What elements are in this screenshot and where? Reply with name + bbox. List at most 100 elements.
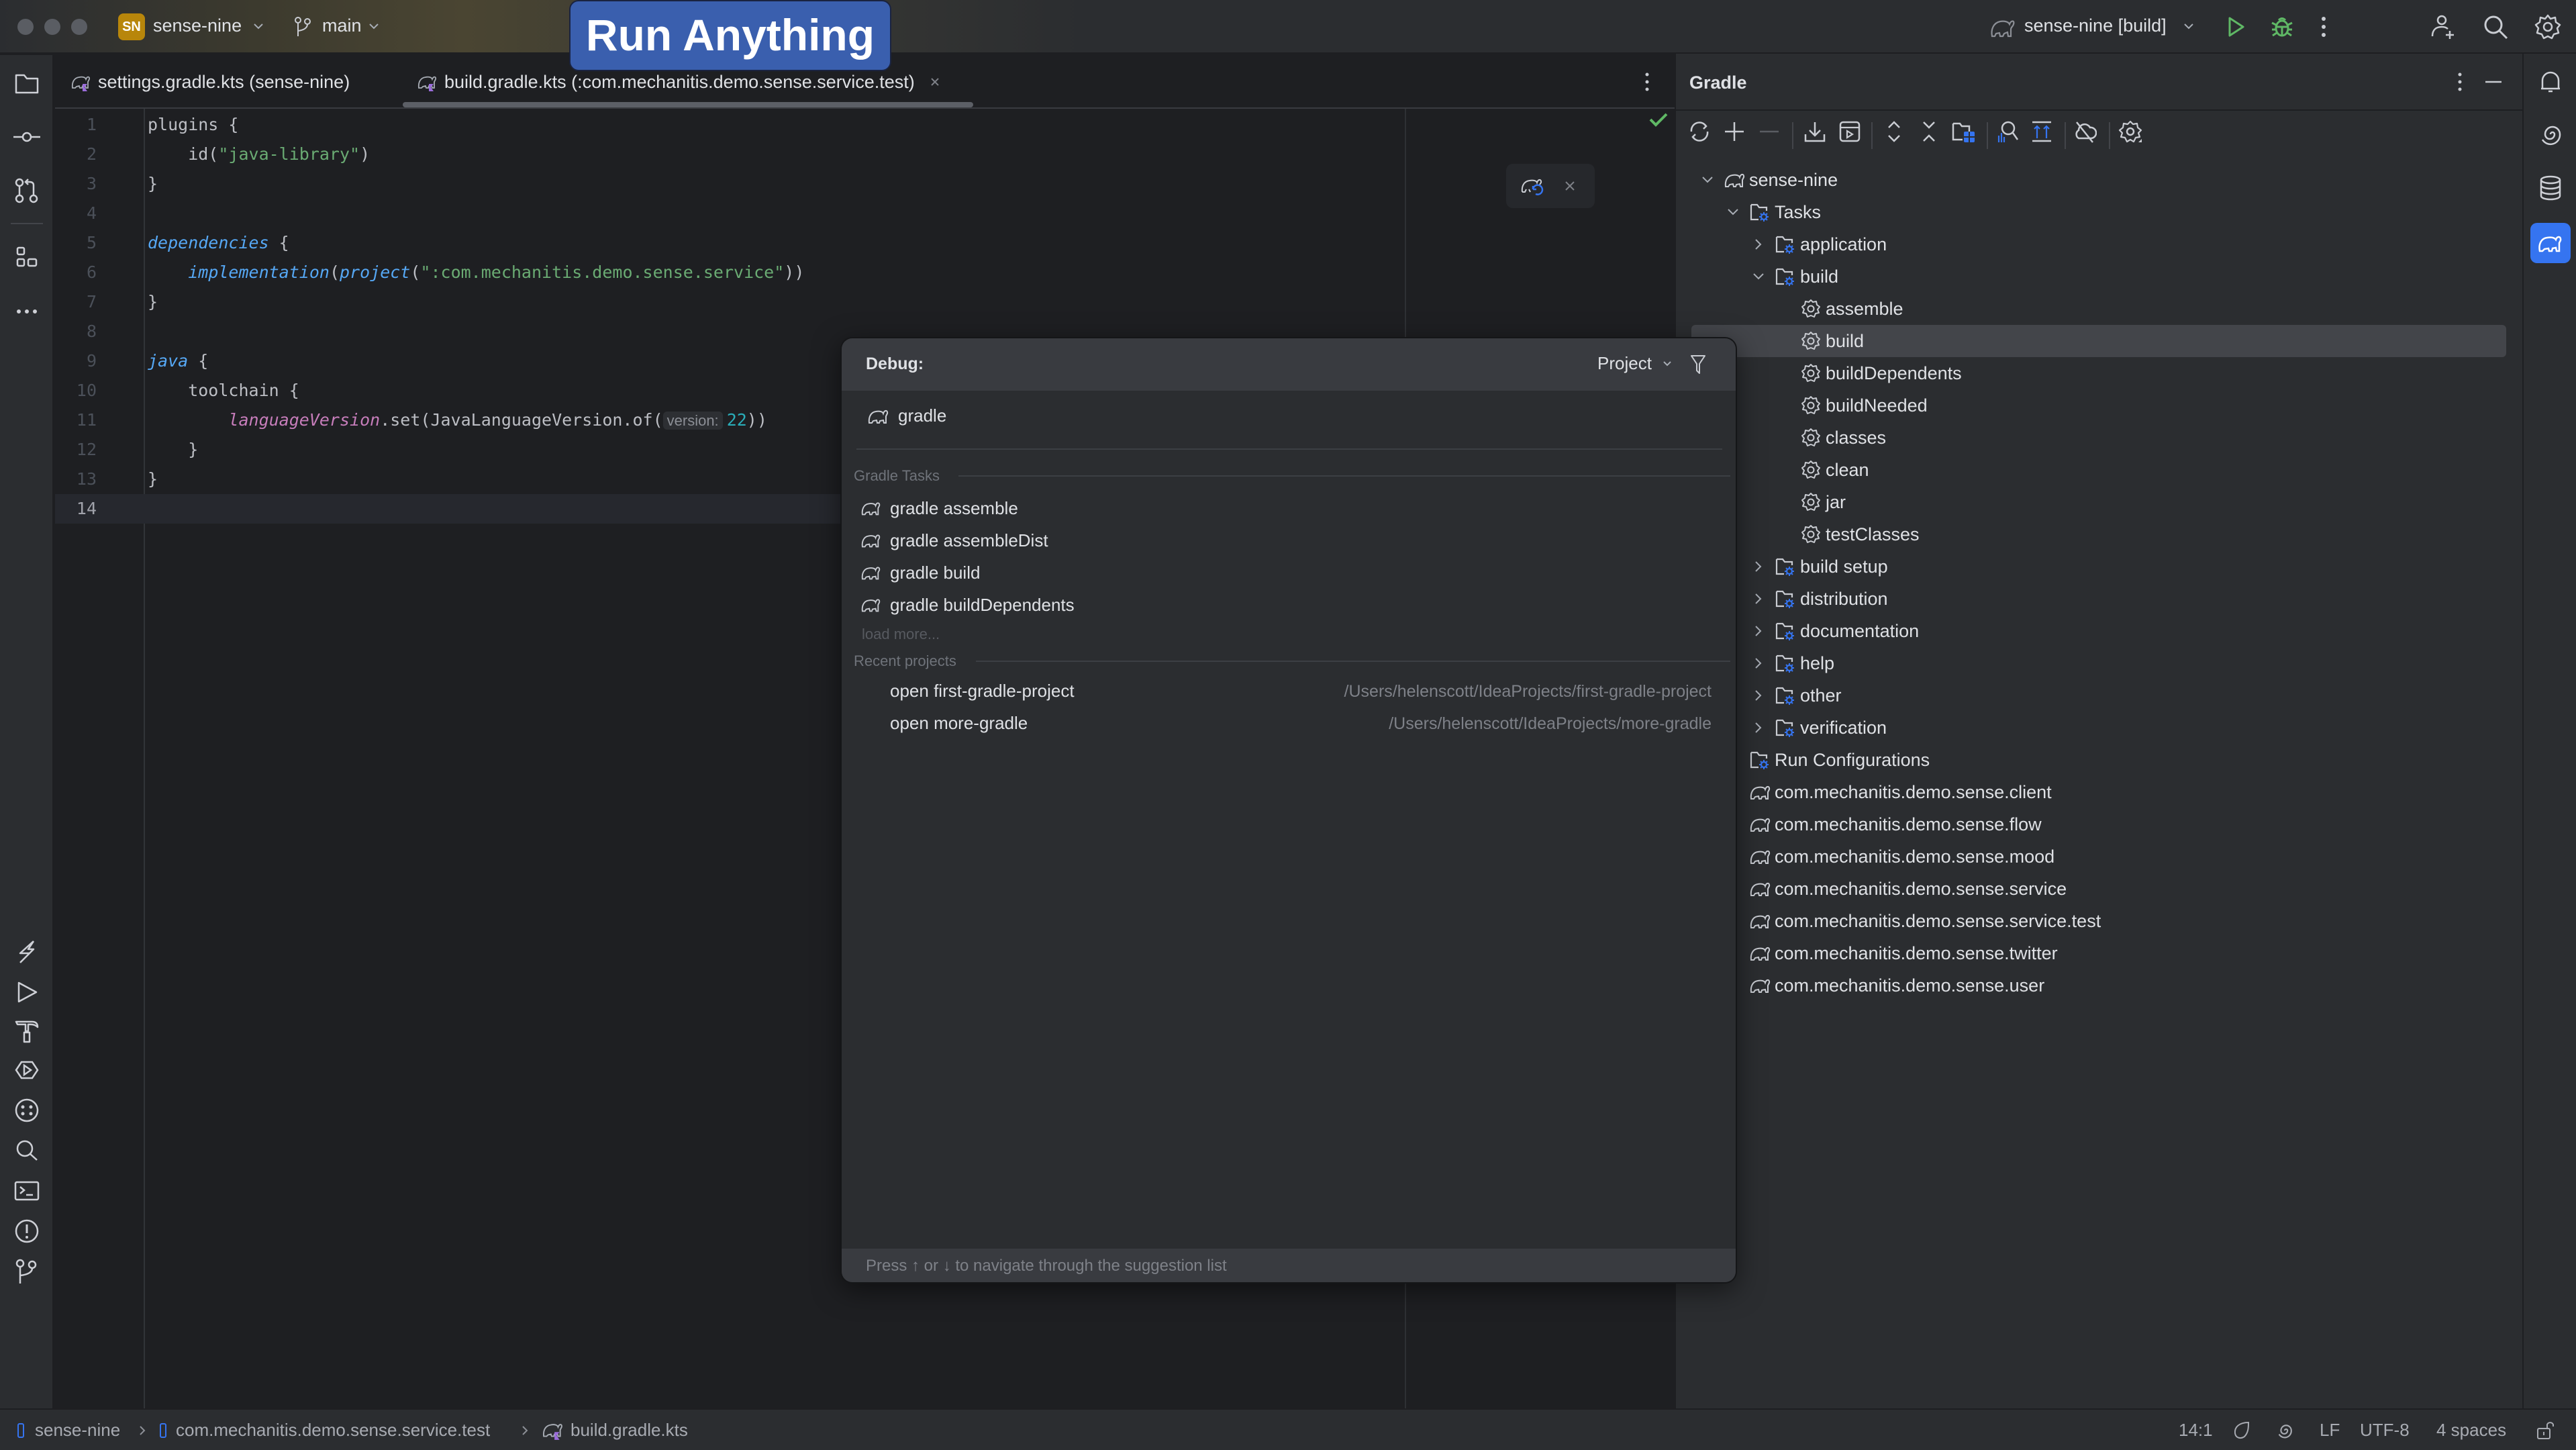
- chevron-down-icon[interactable]: [252, 21, 264, 31]
- problems-icon[interactable]: [13, 1218, 40, 1245]
- run-config-selector[interactable]: sense-nine [build]: [2024, 15, 2167, 36]
- task-item[interactable]: gradle assemble: [842, 493, 1736, 525]
- chevron-right-icon[interactable]: [1750, 720, 1767, 736]
- group-modules-icon[interactable]: [1952, 119, 1976, 144]
- gradle-tool-window-button[interactable]: [2530, 223, 2571, 263]
- unlocked-icon[interactable]: [2536, 1419, 2555, 1441]
- minimize-panel-icon[interactable]: [2484, 79, 2503, 85]
- debug-icon[interactable]: [2270, 15, 2294, 39]
- expand-all-icon[interactable]: [1882, 119, 1906, 144]
- find-icon[interactable]: [13, 1137, 40, 1164]
- code-line[interactable]: 7}: [55, 287, 1666, 317]
- gradle-tree-item[interactable]: application: [1691, 228, 2506, 260]
- chevron-down-icon[interactable]: [2183, 21, 2195, 31]
- panel-options-icon[interactable]: [2456, 71, 2464, 93]
- task-item[interactable]: gradle buildDependents: [842, 589, 1736, 622]
- chevron-right-icon[interactable]: [1750, 236, 1767, 252]
- reload-all-projects-icon[interactable]: [1687, 119, 1712, 144]
- gradle-tree-item[interactable]: com.mechanitis.demo.sense.user: [1691, 969, 2506, 1002]
- commit-icon[interactable]: [13, 124, 40, 150]
- gradle-tree-item[interactable]: com.mechanitis.demo.sense.mood: [1691, 840, 2506, 873]
- gradle-tree-item[interactable]: Tasks: [1691, 196, 2506, 228]
- add-project-icon[interactable]: [1722, 119, 1746, 144]
- load-gradle-changes-icon[interactable]: [1521, 175, 1545, 197]
- git-icon[interactable]: [13, 1258, 40, 1285]
- gradle-tree-item[interactable]: jar: [1691, 486, 2506, 518]
- gradle-tree-item[interactable]: com.mechanitis.demo.sense.twitter: [1691, 937, 2506, 969]
- window-close-button[interactable]: [17, 19, 34, 35]
- code-line[interactable]: 1 plugins {: [55, 110, 1666, 140]
- code-style-leaf-icon[interactable]: [2232, 1420, 2251, 1441]
- breadcrumb-project[interactable]: sense-nine: [35, 1420, 120, 1441]
- filter-icon[interactable]: [1690, 353, 1706, 376]
- run-tool-icon[interactable]: [13, 979, 40, 1006]
- gradle-tree-item[interactable]: build: [1691, 260, 2506, 293]
- project-badge[interactable]: SN: [118, 13, 145, 40]
- load-more-link[interactable]: load more...: [862, 626, 940, 643]
- chevron-down-icon[interactable]: [1750, 269, 1767, 285]
- line-ending[interactable]: LF: [2320, 1420, 2340, 1441]
- chevron-down-icon[interactable]: [368, 21, 380, 31]
- task-item[interactable]: gradle assembleDist: [842, 525, 1736, 557]
- code-line[interactable]: 5 dependencies {: [55, 228, 1666, 258]
- pull-requests-icon[interactable]: [13, 177, 40, 204]
- endpoints-icon[interactable]: [13, 1097, 40, 1124]
- breadcrumb-file[interactable]: build.gradle.kts: [571, 1420, 688, 1441]
- gradle-tree-item[interactable]: com.mechanitis.demo.sense.flow: [1691, 808, 2506, 840]
- collapse-all-icon[interactable]: [1917, 119, 1941, 144]
- execute-task-icon[interactable]: [1838, 119, 1862, 144]
- structure-icon[interactable]: [13, 246, 40, 273]
- gradle-tree-item[interactable]: Run Configurations: [1691, 744, 2506, 776]
- chevron-down-icon[interactable]: [1725, 204, 1741, 220]
- chevron-right-icon[interactable]: [1750, 591, 1767, 607]
- run-anything-input[interactable]: gradle: [898, 405, 946, 426]
- tab-settings-gradle-kts[interactable]: settings.gradle.kts (sense-nine): [71, 55, 350, 109]
- settings-gear-icon[interactable]: [2534, 13, 2561, 40]
- caret-position[interactable]: 14:1: [2179, 1420, 2213, 1441]
- ai-assistant-spiral-icon[interactable]: [2537, 121, 2564, 148]
- add-user-icon[interactable]: [2430, 13, 2457, 40]
- gradle-tree-item[interactable]: com.mechanitis.demo.sense.client: [1691, 776, 2506, 808]
- services-lightning-icon[interactable]: [13, 938, 40, 965]
- code-line[interactable]: 3}: [55, 169, 1666, 199]
- gradle-tree-item[interactable]: com.mechanitis.demo.sense.service.test: [1691, 905, 2506, 937]
- gradle-tree-item[interactable]: testClasses: [1691, 518, 2506, 550]
- terminal-icon[interactable]: [13, 1177, 40, 1204]
- toggle-offline-sync-icon[interactable]: [2030, 119, 2054, 144]
- chevron-down-icon[interactable]: [1699, 172, 1716, 188]
- close-tab-icon[interactable]: [930, 77, 940, 87]
- chevron-right-icon[interactable]: [1750, 623, 1767, 639]
- gradle-tree-item[interactable]: build setup: [1691, 550, 2506, 583]
- project-selector[interactable]: sense-nine: [153, 15, 242, 36]
- gradle-tree-item[interactable]: build: [1691, 325, 2506, 357]
- window-zoom-button[interactable]: [71, 19, 87, 35]
- gradle-tree-item[interactable]: verification: [1691, 712, 2506, 744]
- project-folder-icon[interactable]: [13, 70, 40, 97]
- debug-services-icon[interactable]: [13, 1057, 40, 1083]
- build-hammer-icon[interactable]: [13, 1018, 40, 1045]
- code-line-current[interactable]: 14: [55, 494, 840, 524]
- code-line[interactable]: 6 implementation(project(":com.mechaniti…: [55, 258, 1666, 287]
- chevron-right-icon[interactable]: [1750, 687, 1767, 704]
- gradle-tree-item[interactable]: distribution: [1691, 583, 2506, 615]
- build-tool-settings-icon[interactable]: [2118, 119, 2142, 144]
- chevron-right-icon[interactable]: [1750, 559, 1767, 575]
- gradle-tree-item[interactable]: help: [1691, 647, 2506, 679]
- scope-selector[interactable]: Project: [1597, 353, 1652, 374]
- file-encoding[interactable]: UTF-8: [2360, 1420, 2410, 1441]
- gradle-tree-item[interactable]: documentation: [1691, 615, 2506, 647]
- task-item[interactable]: gradle build: [842, 557, 1736, 589]
- breadcrumb-module[interactable]: com.mechanitis.demo.sense.service.test: [176, 1420, 490, 1441]
- chevron-right-icon[interactable]: [1750, 655, 1767, 671]
- tab-options-icon[interactable]: [1643, 71, 1651, 93]
- remove-project-icon[interactable]: [1757, 119, 1781, 144]
- run-icon[interactable]: [2226, 16, 2246, 38]
- offline-mode-icon[interactable]: [2073, 119, 2097, 144]
- gradle-tree-item[interactable]: other: [1691, 679, 2506, 712]
- more-tool-windows-icon[interactable]: [13, 298, 40, 325]
- notifications-bell-icon[interactable]: [2537, 68, 2564, 95]
- recent-project-item[interactable]: open first-gradle-project /Users/helensc…: [842, 675, 1736, 708]
- branch-selector[interactable]: main: [322, 15, 362, 36]
- close-icon[interactable]: [1564, 180, 1576, 192]
- ai-assistant-spiral-icon[interactable]: [2275, 1420, 2294, 1441]
